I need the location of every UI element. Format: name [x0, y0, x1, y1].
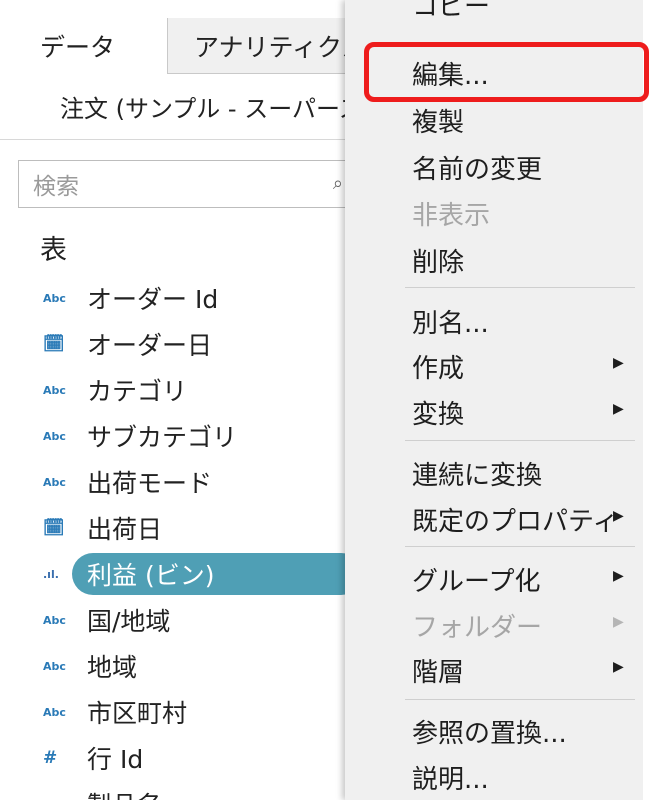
calendar-icon: 🗓: [43, 518, 65, 538]
data-source-row[interactable]: 注文 (サンプル - スーパーストア): [0, 74, 350, 140]
menu-separator: [405, 546, 635, 547]
abc-icon: Abc: [43, 613, 66, 627]
abc-icon: Abc: [43, 659, 66, 673]
search-placeholder: 検索: [33, 174, 79, 200]
menu-item-group-by[interactable]: グループ化: [412, 561, 540, 598]
field-item[interactable]: Abc 市区町村: [0, 689, 350, 735]
menu-item-create[interactable]: 作成: [412, 348, 464, 385]
field-item[interactable]: Abc 地域: [0, 643, 350, 689]
abc-icon: Abc: [43, 429, 66, 443]
menu-item-delete[interactable]: 削除: [412, 242, 464, 279]
field-item[interactable]: Abc サブカテゴリ: [0, 413, 350, 459]
field-item[interactable]: Abc 出荷モード: [0, 459, 350, 505]
menu-item-duplicate[interactable]: 複製: [412, 102, 464, 139]
menu-item-default-properties[interactable]: 既定のプロパティ: [412, 501, 618, 538]
field-item[interactable]: 🗓 出荷日: [0, 505, 350, 551]
abc-icon: Abc: [43, 383, 66, 397]
menu-item-describe[interactable]: 説明...: [412, 759, 489, 796]
submenu-arrow-icon: ▶: [613, 401, 624, 417]
menu-separator: [405, 440, 635, 441]
submenu-arrow-icon: ▶: [613, 568, 624, 584]
tab-analytics[interactable]: アナリティクス: [168, 18, 350, 74]
abc-icon: Abc: [43, 291, 66, 305]
field-item[interactable]: Abc オーダー Id: [0, 275, 350, 321]
submenu-arrow-icon: ▶: [613, 355, 624, 371]
field-item[interactable]: # 行 Id: [0, 735, 350, 781]
menu-item-hierarchy[interactable]: 階層: [412, 652, 464, 689]
submenu-arrow-icon: ▶: [613, 659, 624, 675]
pane-tabs: データ アナリティクス: [0, 0, 350, 74]
search-input[interactable]: 検索 ⌕: [18, 160, 350, 208]
menu-item-copy[interactable]: コピー: [412, 0, 490, 23]
highlight-box: [364, 42, 649, 102]
field-item[interactable]: Abc製品名: [0, 781, 350, 800]
menu-item-hide[interactable]: 非表示: [412, 195, 490, 232]
number-icon: #: [43, 748, 58, 768]
menu-separator: [405, 287, 635, 288]
field-item-selected[interactable]: .ıl. 利益 (ビン): [0, 551, 350, 597]
menu-item-to-continuous[interactable]: 連続に変換: [412, 455, 542, 492]
field-item[interactable]: Abc カテゴリ: [0, 367, 350, 413]
menu-item-folder[interactable]: フォルダー: [412, 607, 542, 644]
submenu-arrow-icon: ▶: [613, 614, 624, 630]
background-edge: [643, 0, 656, 800]
field-item[interactable]: Abc 国/地域: [0, 597, 350, 643]
tab-data[interactable]: データ: [0, 18, 168, 74]
submenu-arrow-icon: ▶: [613, 508, 624, 524]
menu-item-alias[interactable]: 別名...: [412, 303, 489, 340]
bin-icon: .ıl.: [43, 567, 59, 581]
section-title-tables: 表: [40, 235, 67, 266]
calendar-icon: 🗓: [43, 334, 65, 354]
search-icon: ⌕: [332, 173, 343, 194]
data-pane: データ アナリティクス 注文 (サンプル - スーパーストア) 検索 ⌕ 表 A…: [0, 0, 350, 800]
abc-icon: Abc: [43, 705, 66, 719]
field-item[interactable]: 🗓 オーダー日: [0, 321, 350, 367]
context-menu: コピー 編集... 複製 名前の変更 非表示 削除 別名... 作成 ▶ 変換 …: [345, 0, 643, 800]
menu-item-rename[interactable]: 名前の変更: [412, 149, 542, 186]
menu-separator: [405, 699, 635, 700]
menu-item-convert[interactable]: 変換: [412, 394, 464, 431]
data-source-name: 注文 (サンプル - スーパーストア): [60, 95, 350, 123]
menu-item-replace-references[interactable]: 参照の置換...: [412, 713, 567, 750]
abc-icon: Abc: [43, 475, 66, 489]
